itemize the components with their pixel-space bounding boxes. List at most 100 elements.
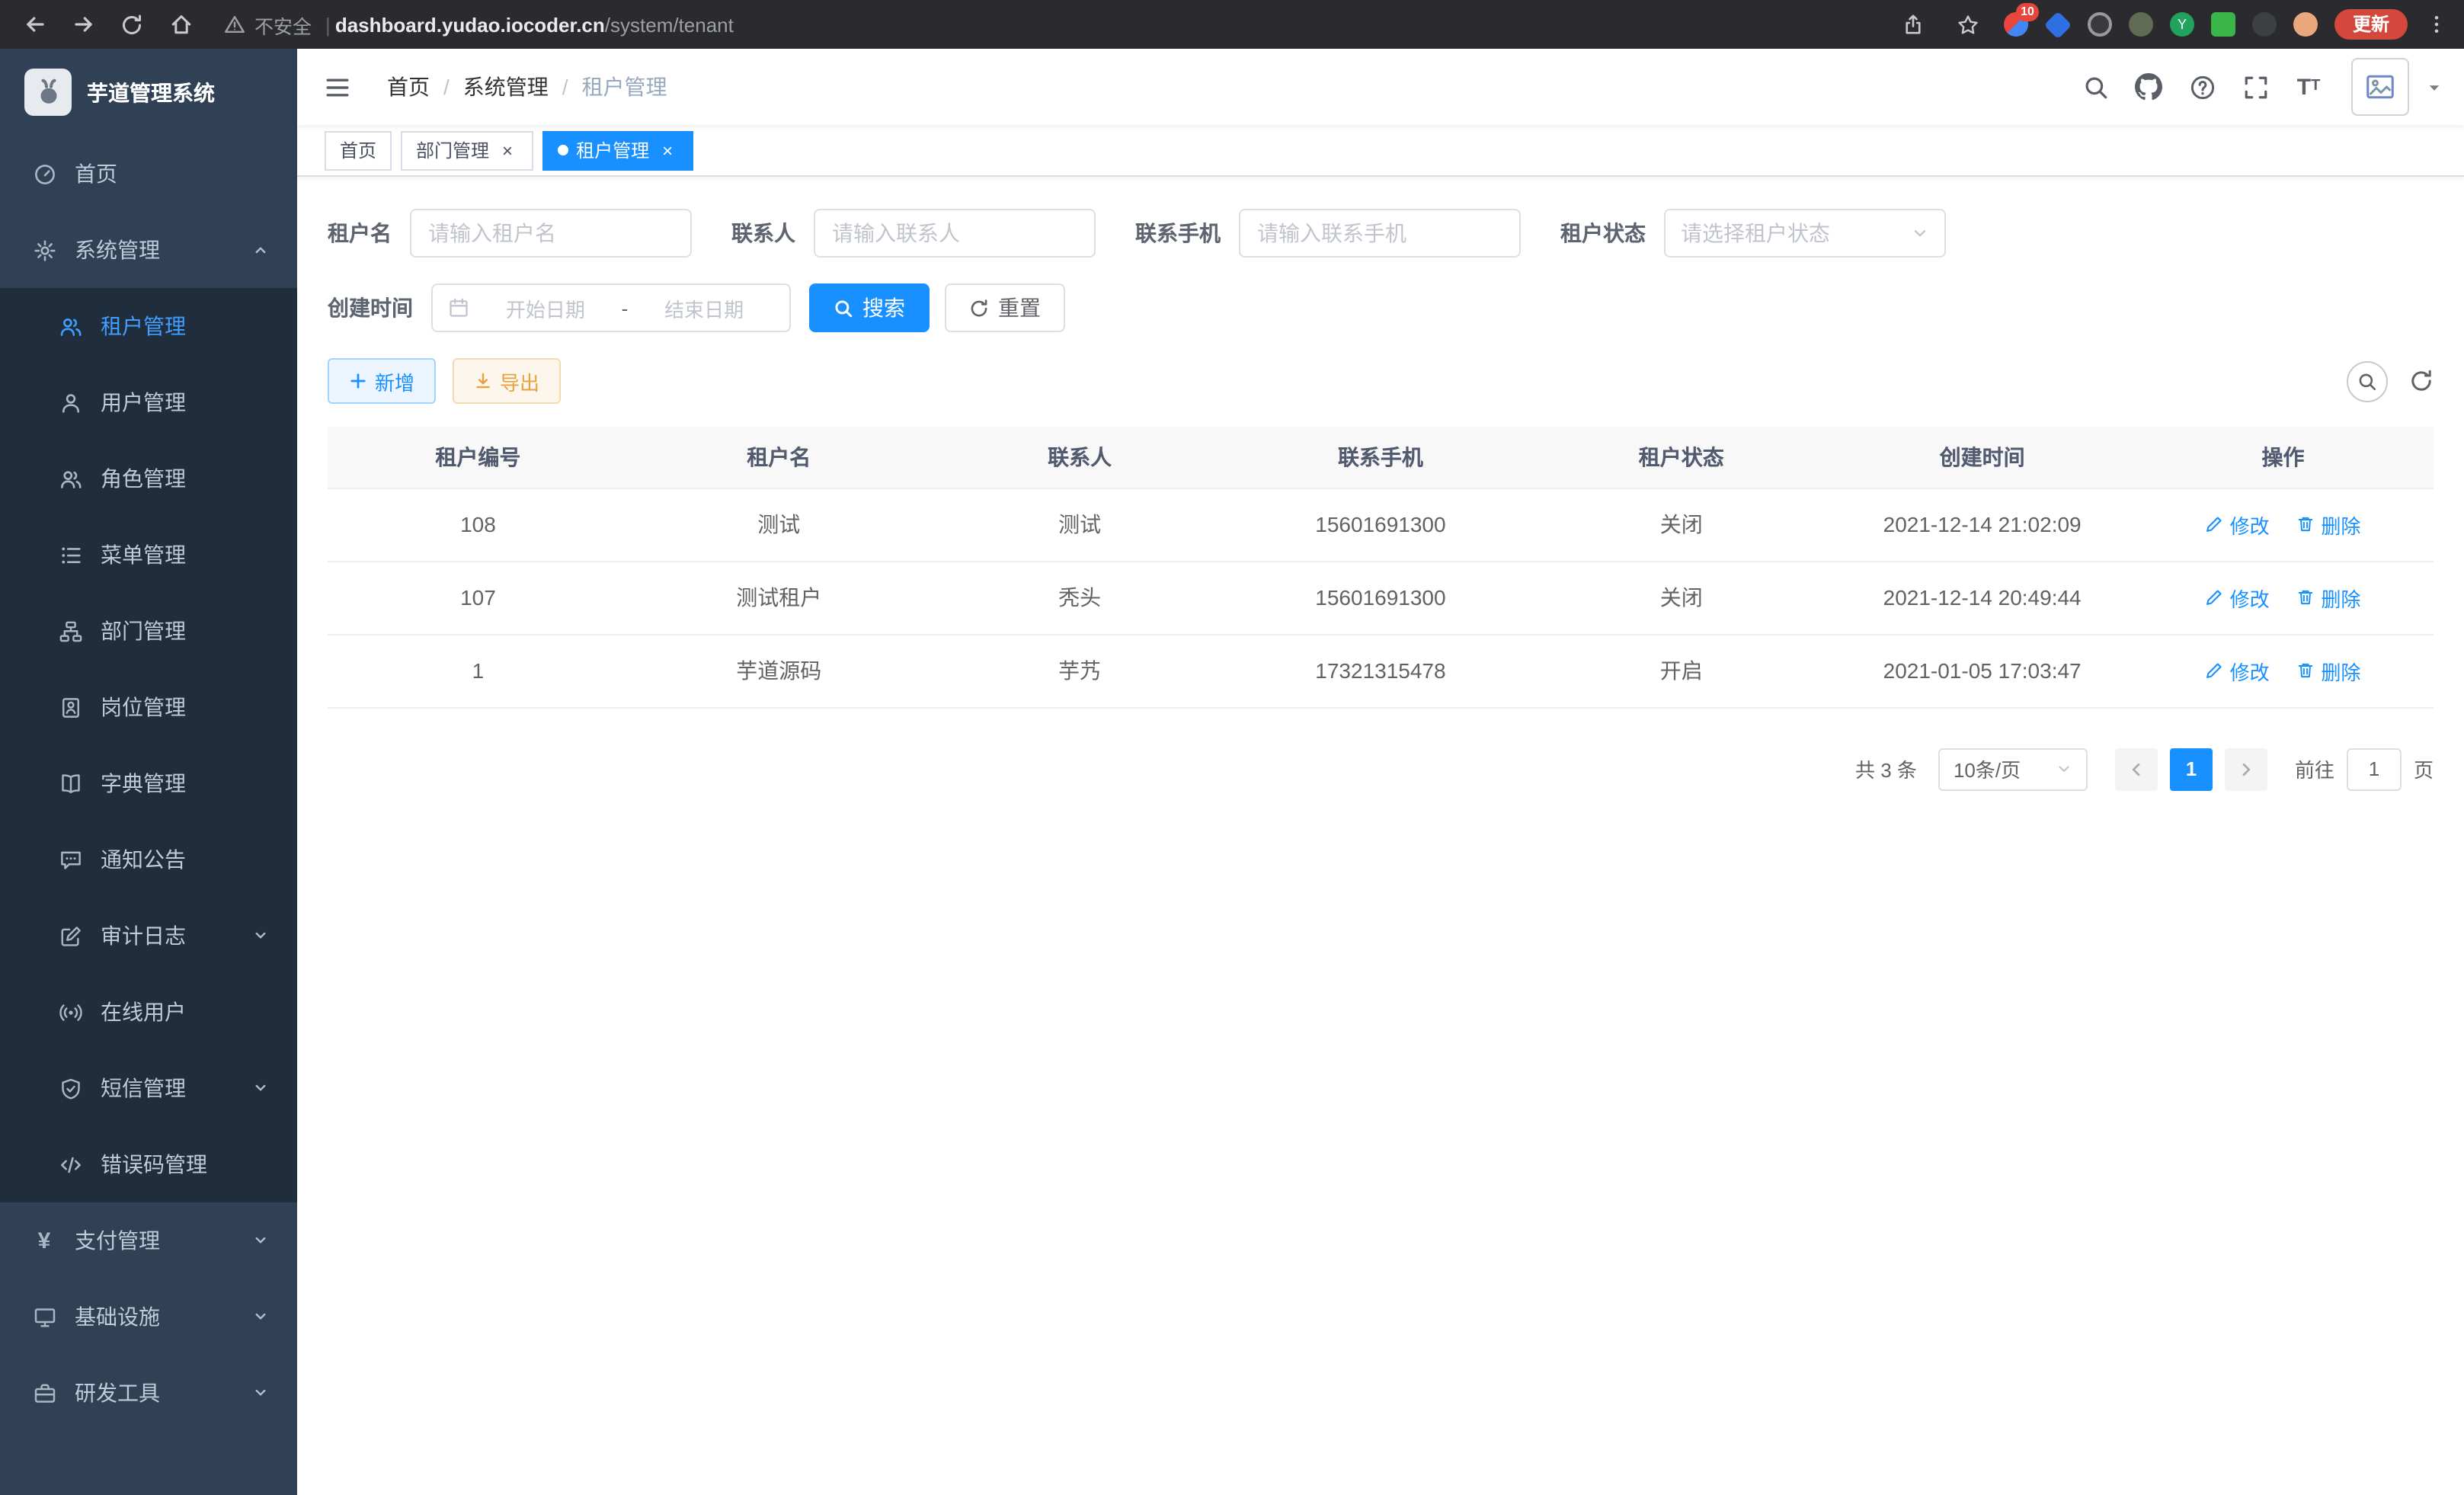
forward-icon[interactable]	[64, 5, 102, 43]
url-host: dashboard.yudao.iocoder.cn	[335, 13, 605, 36]
phone-input[interactable]	[1239, 209, 1521, 258]
hamburger-icon[interactable]	[325, 74, 350, 100]
sidebar-item-menus[interactable]: 菜单管理	[0, 517, 297, 593]
sidebar-item-devtools[interactable]: 研发工具	[0, 1355, 297, 1431]
sidebar-item-home[interactable]: 首页	[0, 136, 297, 212]
search-button-label: 搜索	[862, 293, 905, 323]
sidebar-item-infrastructure[interactable]: 基础设施	[0, 1279, 297, 1355]
prev-page-button[interactable]	[2115, 748, 2158, 790]
delete-link[interactable]: 删除	[2296, 510, 2360, 539]
delete-link[interactable]: 删除	[2296, 583, 2360, 612]
avatar-caret-icon[interactable]	[2426, 78, 2443, 95]
page-size-select[interactable]: 10条/页	[1938, 748, 2088, 790]
column-header: 租户名	[629, 427, 930, 488]
header-search-icon[interactable]	[2075, 67, 2115, 107]
sidebar-item-label: 错误码管理	[101, 1149, 207, 1180]
error-code-icon	[58, 1153, 82, 1176]
edit-link[interactable]: 修改	[2206, 510, 2270, 539]
sidebar-item-roles[interactable]: 角色管理	[0, 440, 297, 517]
tab-department[interactable]: 部门管理 ×	[401, 130, 533, 170]
app-logo[interactable]: 芋道管理系统	[0, 49, 297, 136]
extension-icon[interactable]	[2252, 12, 2277, 37]
sidebar-item-notices[interactable]: 通知公告	[0, 821, 297, 898]
cell-tenant-name: 测试	[629, 488, 930, 561]
security-label: 不安全	[254, 10, 312, 39]
badge-icon	[58, 696, 82, 719]
dictionary-icon	[58, 772, 82, 795]
edit-link[interactable]: 修改	[2206, 583, 2270, 612]
help-icon[interactable]	[2182, 67, 2222, 107]
show-search-toggle-icon[interactable]	[2347, 360, 2388, 402]
add-button[interactable]: 新增	[328, 358, 436, 404]
site-security[interactable]: 不安全 |	[224, 10, 335, 39]
goto-page-input[interactable]	[2347, 748, 2402, 790]
cell-tenant-id: 108	[328, 488, 629, 561]
address-bar[interactable]: dashboard.yudao.iocoder.cn/system/tenant	[335, 13, 734, 36]
browser-menu-icon[interactable]	[2424, 5, 2449, 43]
sidebar-item-audit-log[interactable]: 审计日志	[0, 898, 297, 974]
next-page-button[interactable]	[2225, 748, 2267, 790]
add-button-label: 新增	[375, 367, 414, 395]
extension-icon[interactable]	[2129, 12, 2153, 37]
tenant-name-input[interactable]	[410, 209, 692, 258]
calendar-icon	[448, 297, 469, 319]
user-icon	[58, 391, 82, 414]
extension-icon[interactable]	[2088, 12, 2112, 37]
breadcrumb-section[interactable]: 系统管理	[463, 72, 549, 102]
breadcrumb-home[interactable]: 首页	[387, 72, 430, 102]
announcement-icon	[58, 848, 82, 871]
search-button[interactable]: 搜索	[809, 283, 930, 332]
table-header-row: 租户编号 租户名 联系人 联系手机 租户状态 创建时间 操作	[328, 427, 2434, 488]
sidebar-item-system[interactable]: 系统管理	[0, 212, 297, 288]
sidebar-item-payment[interactable]: ¥ 支付管理	[0, 1202, 297, 1279]
delete-link[interactable]: 删除	[2296, 656, 2360, 685]
sidebar-item-error-codes[interactable]: 错误码管理	[0, 1126, 297, 1202]
extension-icon[interactable]	[2211, 12, 2235, 37]
status-select[interactable]: 请选择租户状态	[1664, 209, 1946, 258]
avatar[interactable]	[2351, 58, 2409, 116]
reset-button[interactable]: 重置	[945, 283, 1065, 332]
sidebar-item-departments[interactable]: 部门管理	[0, 593, 297, 669]
cell-phone: 15601691300	[1230, 488, 1531, 561]
sidebar-item-sms[interactable]: 短信管理	[0, 1050, 297, 1126]
browser-actions: 10 Y 更新	[1894, 5, 2449, 43]
share-icon[interactable]	[1894, 5, 1932, 43]
sidebar-item-dicts[interactable]: 字典管理	[0, 745, 297, 821]
sidebar-item-posts[interactable]: 岗位管理	[0, 669, 297, 745]
sidebar-item-online-users[interactable]: 在线用户	[0, 974, 297, 1050]
extension-icon[interactable]: 10	[2004, 12, 2028, 37]
extension-icon[interactable]	[2293, 12, 2318, 37]
fullscreen-icon[interactable]	[2235, 67, 2275, 107]
sidebar-item-tenant[interactable]: 租户管理	[0, 288, 297, 364]
chevron-down-icon	[251, 1231, 270, 1250]
reload-icon[interactable]	[113, 5, 151, 43]
tab-home[interactable]: 首页	[325, 130, 392, 170]
cell-status: 关闭	[1531, 561, 1832, 634]
github-icon[interactable]	[2129, 67, 2168, 107]
edit-link[interactable]: 修改	[2206, 656, 2270, 685]
extension-icon[interactable]: Y	[2170, 12, 2194, 37]
top-navbar: 首页 / 系统管理 / 租户管理 TT	[297, 49, 2464, 125]
text-size-icon[interactable]: TT	[2289, 67, 2328, 107]
sidebar-item-label: 系统管理	[75, 235, 160, 265]
date-range-picker[interactable]: 开始日期 - 结束日期	[431, 283, 791, 332]
extension-icon[interactable]	[2044, 11, 2072, 39]
sidebar-item-users[interactable]: 用户管理	[0, 364, 297, 440]
back-icon[interactable]	[15, 5, 53, 43]
close-icon[interactable]: ×	[497, 139, 518, 161]
page-unit-label: 页	[2414, 754, 2434, 783]
refresh-table-icon[interactable]	[2409, 369, 2434, 393]
home-icon[interactable]	[162, 5, 200, 43]
table-row: 1 芋道源码 芋艿 17321315478 开启 2021-01-05 17:0…	[328, 634, 2434, 707]
tenant-table: 租户编号 租户名 联系人 联系手机 租户状态 创建时间 操作 108 测试 测试…	[328, 427, 2434, 708]
field-label: 联系人	[731, 218, 814, 248]
contact-input[interactable]	[814, 209, 1096, 258]
tab-tenant[interactable]: 租户管理 ×	[542, 130, 693, 170]
page-number-1[interactable]: 1	[2170, 748, 2213, 790]
sidebar-item-label: 基础设施	[75, 1301, 160, 1332]
cell-phone: 15601691300	[1230, 561, 1531, 634]
close-icon[interactable]: ×	[657, 139, 678, 161]
bookmark-star-icon[interactable]	[1949, 5, 1987, 43]
export-button[interactable]: 导出	[453, 358, 561, 404]
chrome-update-button[interactable]: 更新	[2334, 9, 2408, 40]
